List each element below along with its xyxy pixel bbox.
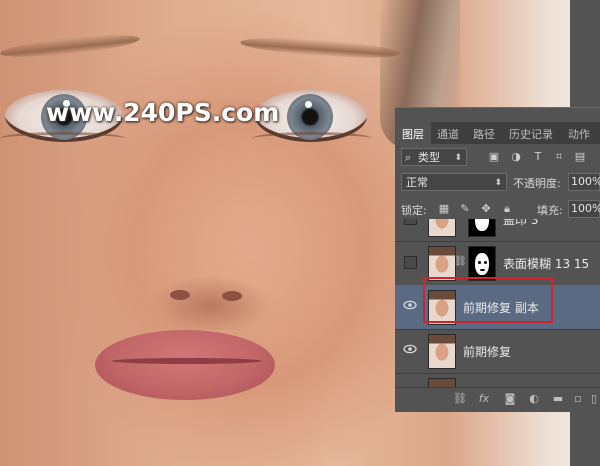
lock-label: 锁定: [401, 204, 427, 217]
blend-mode-value: 正常 [406, 176, 428, 189]
right-lower-lid [252, 132, 372, 145]
search-icon: ⌕ [405, 151, 412, 164]
layer-thumbnail [428, 378, 456, 387]
layer-thumbnail [428, 219, 456, 237]
smart-object-filter-icon[interactable]: ▤ [573, 150, 587, 164]
adjustment-filter-icon[interactable]: ◑ [509, 150, 523, 164]
tab-paths[interactable]: 路径 [473, 126, 495, 142]
pixel-filter-icon[interactable]: ▣ [487, 150, 501, 164]
lip-line [112, 358, 262, 364]
shape-filter-icon[interactable]: ⌗ [552, 150, 566, 164]
left-lower-lid [0, 132, 125, 145]
layer-row[interactable]: 前期修复 [395, 329, 600, 374]
adjustment-layer-icon[interactable]: ◐ [527, 392, 541, 406]
layer-name[interactable]: 盖印 3 [503, 219, 538, 228]
opacity-label: 不透明度: [513, 177, 561, 190]
layer-mask-thumbnail [468, 219, 496, 237]
layers-panel: 图层 通道 路径 历史记录 动作 ⌕ 类型 ⬍ ▣ ◑ T ⌗ ▤ 正常 ⬍ 不… [395, 107, 600, 412]
left-eyebrow [0, 30, 141, 62]
fill-field[interactable]: 100% [568, 200, 600, 218]
layer-filter-select[interactable]: ⌕ 类型 ⬍ [401, 148, 467, 166]
fx-icon[interactable]: fx [477, 392, 491, 406]
watermark-text: www.240PS.com [46, 98, 280, 127]
link-layers-icon[interactable]: ⛓ [453, 392, 467, 406]
nose [140, 250, 280, 330]
lock-position-move-icon[interactable]: ✥ [479, 202, 493, 216]
lips [95, 330, 275, 400]
tab-actions[interactable]: 动作 [568, 126, 590, 142]
eye-icon[interactable] [403, 300, 417, 310]
highlight-annotation-box [423, 277, 553, 323]
stepper-icon: ⬍ [454, 153, 462, 163]
opacity-field[interactable]: 100% [568, 173, 600, 191]
right-nostril [222, 291, 242, 301]
chain-link-icon[interactable]: ⛓ [454, 256, 467, 267]
new-layer-icon[interactable]: ▫ [571, 392, 585, 406]
trash-icon[interactable]: ▯ [587, 392, 600, 406]
add-mask-icon[interactable]: ◙ [503, 392, 517, 406]
visibility-toggle[interactable] [404, 219, 417, 225]
layer-thumbnail [428, 246, 456, 281]
blend-mode-select[interactable]: 正常 ⬍ [401, 173, 507, 191]
eye-icon[interactable] [403, 344, 417, 354]
layers-panel-footer: ⛓ fx ◙ ◐ ▬ ▫ ▯ [395, 387, 600, 412]
layer-mask-thumbnail [468, 246, 496, 281]
lock-all-icon[interactable]: 🔒︎ [500, 202, 514, 216]
left-nostril [170, 290, 190, 300]
layer-name[interactable]: 前期修复 [463, 343, 511, 360]
layer-row[interactable]: 盖印 3 [395, 219, 600, 242]
type-filter-icon[interactable]: T [531, 150, 545, 164]
lock-image-brush-icon[interactable]: ✎ [458, 202, 472, 216]
layer-name[interactable]: 表面模糊 13 15 [503, 255, 589, 272]
fill-label: 填充: [537, 204, 563, 217]
new-group-folder-icon[interactable]: ▬ [551, 392, 565, 406]
right-eyebrow [239, 34, 401, 62]
layer-row[interactable]: 背景 [395, 373, 600, 387]
lock-transparent-icon[interactable]: ▦ [437, 202, 451, 216]
visibility-toggle[interactable] [404, 256, 417, 269]
tab-history[interactable]: 历史记录 [509, 126, 553, 142]
tab-channels[interactable]: 通道 [437, 126, 459, 142]
tab-layers[interactable]: 图层 [402, 126, 424, 142]
stepper-icon: ⬍ [494, 178, 502, 188]
layer-thumbnail [428, 334, 456, 369]
layer-filter-label: 类型 [418, 151, 440, 164]
